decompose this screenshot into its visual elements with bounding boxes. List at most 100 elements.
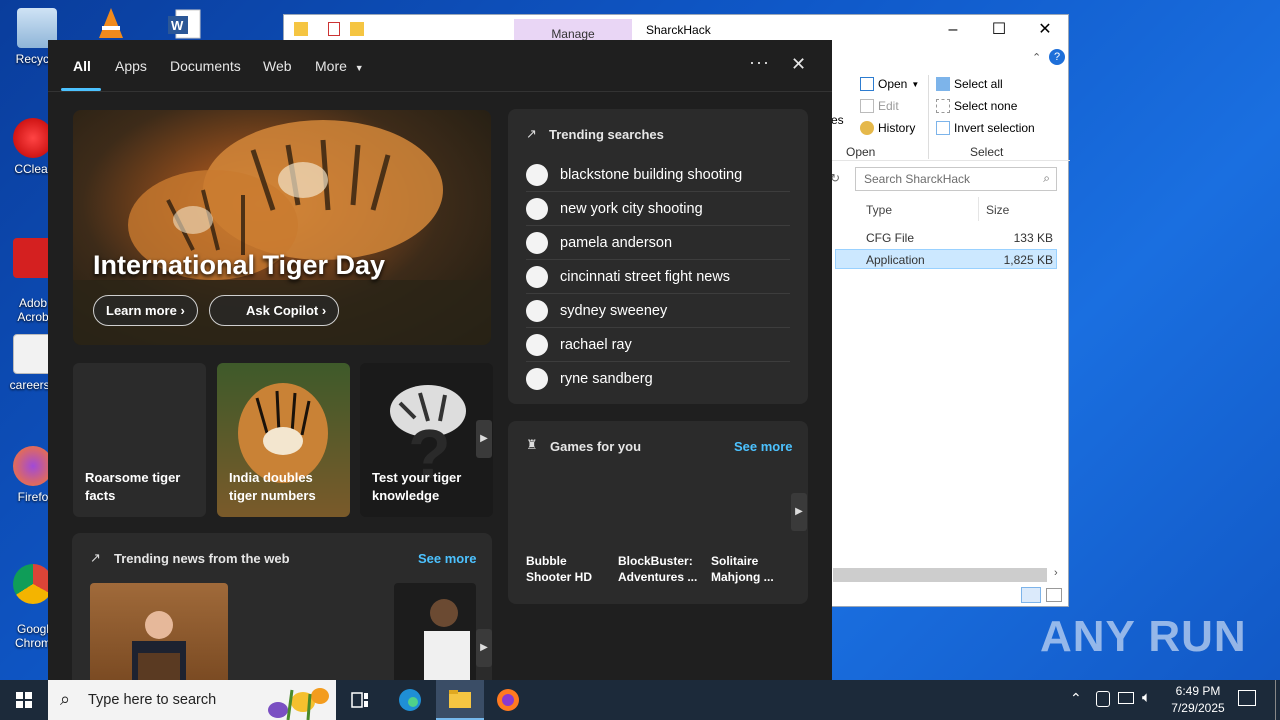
device-icon[interactable]: [1096, 691, 1110, 707]
chevron-right-icon: ›: [180, 303, 185, 318]
trending-search-item[interactable]: rachael ray: [526, 328, 790, 362]
trending-searches-panel: ↗ Trending searches blackstone building …: [508, 109, 808, 404]
new-folder-icon[interactable]: [350, 22, 364, 36]
notifications-icon[interactable]: [1238, 690, 1256, 706]
trending-news-title: Trending news from the web: [114, 551, 290, 566]
news-next-button[interactable]: ▶: [476, 629, 492, 667]
file-row-selected[interactable]: Application 1,825 KB: [835, 249, 1057, 269]
game-item[interactable]: BlockBuster: Adventures ...: [618, 553, 702, 585]
search-icon: ⌕: [1043, 171, 1050, 185]
hero-title: International Tiger Day: [93, 250, 386, 280]
explorer-search-input[interactable]: Search SharckHack ⌕: [855, 167, 1057, 191]
show-desktop-button[interactable]: [1275, 680, 1276, 720]
file-type: Application: [866, 253, 925, 267]
vlc-icon[interactable]: [96, 6, 126, 40]
minimize-button[interactable]: –: [930, 15, 976, 45]
card-caption: India doubles tiger numbers: [229, 470, 316, 503]
svg-text:W: W: [171, 18, 184, 33]
card-tiger-quiz[interactable]: ? Test your tiger knowledge: [360, 363, 493, 517]
close-window-button[interactable]: ✕: [1022, 15, 1068, 45]
tab-apps[interactable]: Apps: [115, 58, 147, 74]
tab-web[interactable]: Web: [263, 58, 292, 74]
learn-more-button[interactable]: Learn more ›: [93, 295, 198, 326]
task-view-button[interactable]: [336, 680, 384, 720]
file-size: 133 KB: [1013, 231, 1053, 245]
history-button[interactable]: History: [860, 121, 915, 135]
open-button[interactable]: Open ▼: [860, 77, 919, 91]
trending-news-panel: ↗ Trending news from the web See more ▶: [72, 533, 492, 680]
firefox-icon: [13, 446, 53, 486]
tab-more[interactable]: More ▼: [315, 58, 364, 74]
show-hidden-icons-icon[interactable]: ⌃: [1070, 690, 1082, 707]
select-none-button[interactable]: Select none: [936, 99, 1017, 113]
trending-search-item[interactable]: cincinnati street fight news: [526, 260, 790, 294]
properties-icon[interactable]: [328, 22, 340, 36]
invert-selection-button[interactable]: Invert selection: [936, 121, 1035, 135]
card-roarsome-facts[interactable]: Roarsome tiger facts: [73, 363, 206, 517]
volume-icon[interactable]: 🔈︎: [1142, 689, 1151, 706]
folder-icon: [294, 22, 308, 36]
scroll-right-icon[interactable]: ›: [1054, 567, 1058, 579]
horizontal-scrollbar[interactable]: [833, 568, 1047, 582]
game-item[interactable]: Bubble Shooter HD: [526, 553, 606, 585]
card-caption: Roarsome tiger facts: [85, 470, 181, 503]
cards-next-button[interactable]: ▶: [476, 420, 492, 458]
card-india-tigers[interactable]: India doubles tiger numbers: [217, 363, 350, 517]
chevron-down-icon: ▼: [354, 63, 364, 73]
large-icons-view-icon[interactable]: [1046, 588, 1062, 602]
search-highlight-image: [268, 688, 329, 720]
hero-card[interactable]: International Tiger Day Learn more › Ask…: [73, 110, 491, 345]
file-size: 1,825 KB: [1003, 253, 1053, 267]
details-view-icon[interactable]: [1021, 587, 1041, 603]
taskbar-file-explorer[interactable]: [436, 680, 484, 720]
tab-more-label: More: [315, 58, 347, 74]
tab-all[interactable]: All: [73, 58, 91, 74]
edit-icon: [860, 99, 874, 113]
ask-copilot-button[interactable]: Ask Copilot ›: [209, 295, 340, 326]
news-thumbnail[interactable]: [90, 583, 228, 680]
help-icon[interactable]: ?: [1049, 49, 1065, 65]
trending-search-item[interactable]: sydney sweeney: [526, 294, 790, 328]
more-options-icon[interactable]: ···: [749, 52, 770, 73]
search-icon: [526, 334, 548, 356]
search-tabs: All Apps Documents Web More ▼ ··· ✕: [48, 40, 832, 92]
scrollbar-thumb[interactable]: [833, 568, 1047, 582]
taskbar-search-box[interactable]: ⌕ Type here to search: [48, 680, 336, 720]
tab-documents[interactable]: Documents: [170, 58, 241, 74]
column-header-type[interactable]: Type: [866, 203, 892, 217]
news-person-image: [132, 611, 186, 680]
taskbar-clock[interactable]: 6:49 PM 7/29/2025: [1160, 683, 1236, 717]
history-icon: [860, 121, 874, 135]
trending-search-item[interactable]: blackstone building shooting: [526, 158, 790, 192]
games-next-button[interactable]: ▶: [791, 493, 807, 531]
trending-search-item[interactable]: pamela anderson: [526, 226, 790, 260]
search-icon: [526, 266, 548, 288]
taskbar-edge[interactable]: [386, 680, 434, 720]
trending-search-item[interactable]: new york city shooting: [526, 192, 790, 226]
games-see-more-link[interactable]: See more: [734, 439, 793, 454]
search-icon: [526, 198, 548, 220]
taskbar-firefox[interactable]: [484, 680, 532, 720]
column-divider: [978, 197, 979, 221]
column-header-size[interactable]: Size: [986, 203, 1009, 217]
news-see-more-link[interactable]: See more: [418, 551, 477, 566]
games-panel: ♜ Games for you See more Bubble Shooter …: [508, 421, 808, 604]
file-type: CFG File: [866, 231, 914, 245]
close-icon[interactable]: ✕: [791, 54, 806, 75]
trending-search-item[interactable]: ryne sandberg: [526, 362, 790, 396]
edit-button[interactable]: Edit: [860, 99, 899, 113]
ribbon-group-open: Open: [846, 145, 876, 159]
chrome-icon: [13, 564, 53, 604]
watermark: ANY RUN: [1040, 612, 1247, 661]
maximize-button[interactable]: ☐: [976, 15, 1022, 45]
start-button[interactable]: [0, 680, 48, 720]
search-icon: [526, 164, 548, 186]
word-icon[interactable]: W: [166, 8, 202, 40]
select-all-button[interactable]: Select all: [936, 77, 1003, 91]
game-item[interactable]: Solitaire Mahjong ...: [711, 553, 791, 585]
news-thumbnail[interactable]: [394, 583, 476, 680]
chevron-up-icon[interactable]: ⌃: [1032, 51, 1041, 64]
search-flyout[interactable]: All Apps Documents Web More ▼ ··· ✕ Inte…: [48, 40, 832, 680]
file-row[interactable]: CFG File 133 KB: [835, 228, 1057, 248]
network-icon[interactable]: [1118, 692, 1134, 704]
